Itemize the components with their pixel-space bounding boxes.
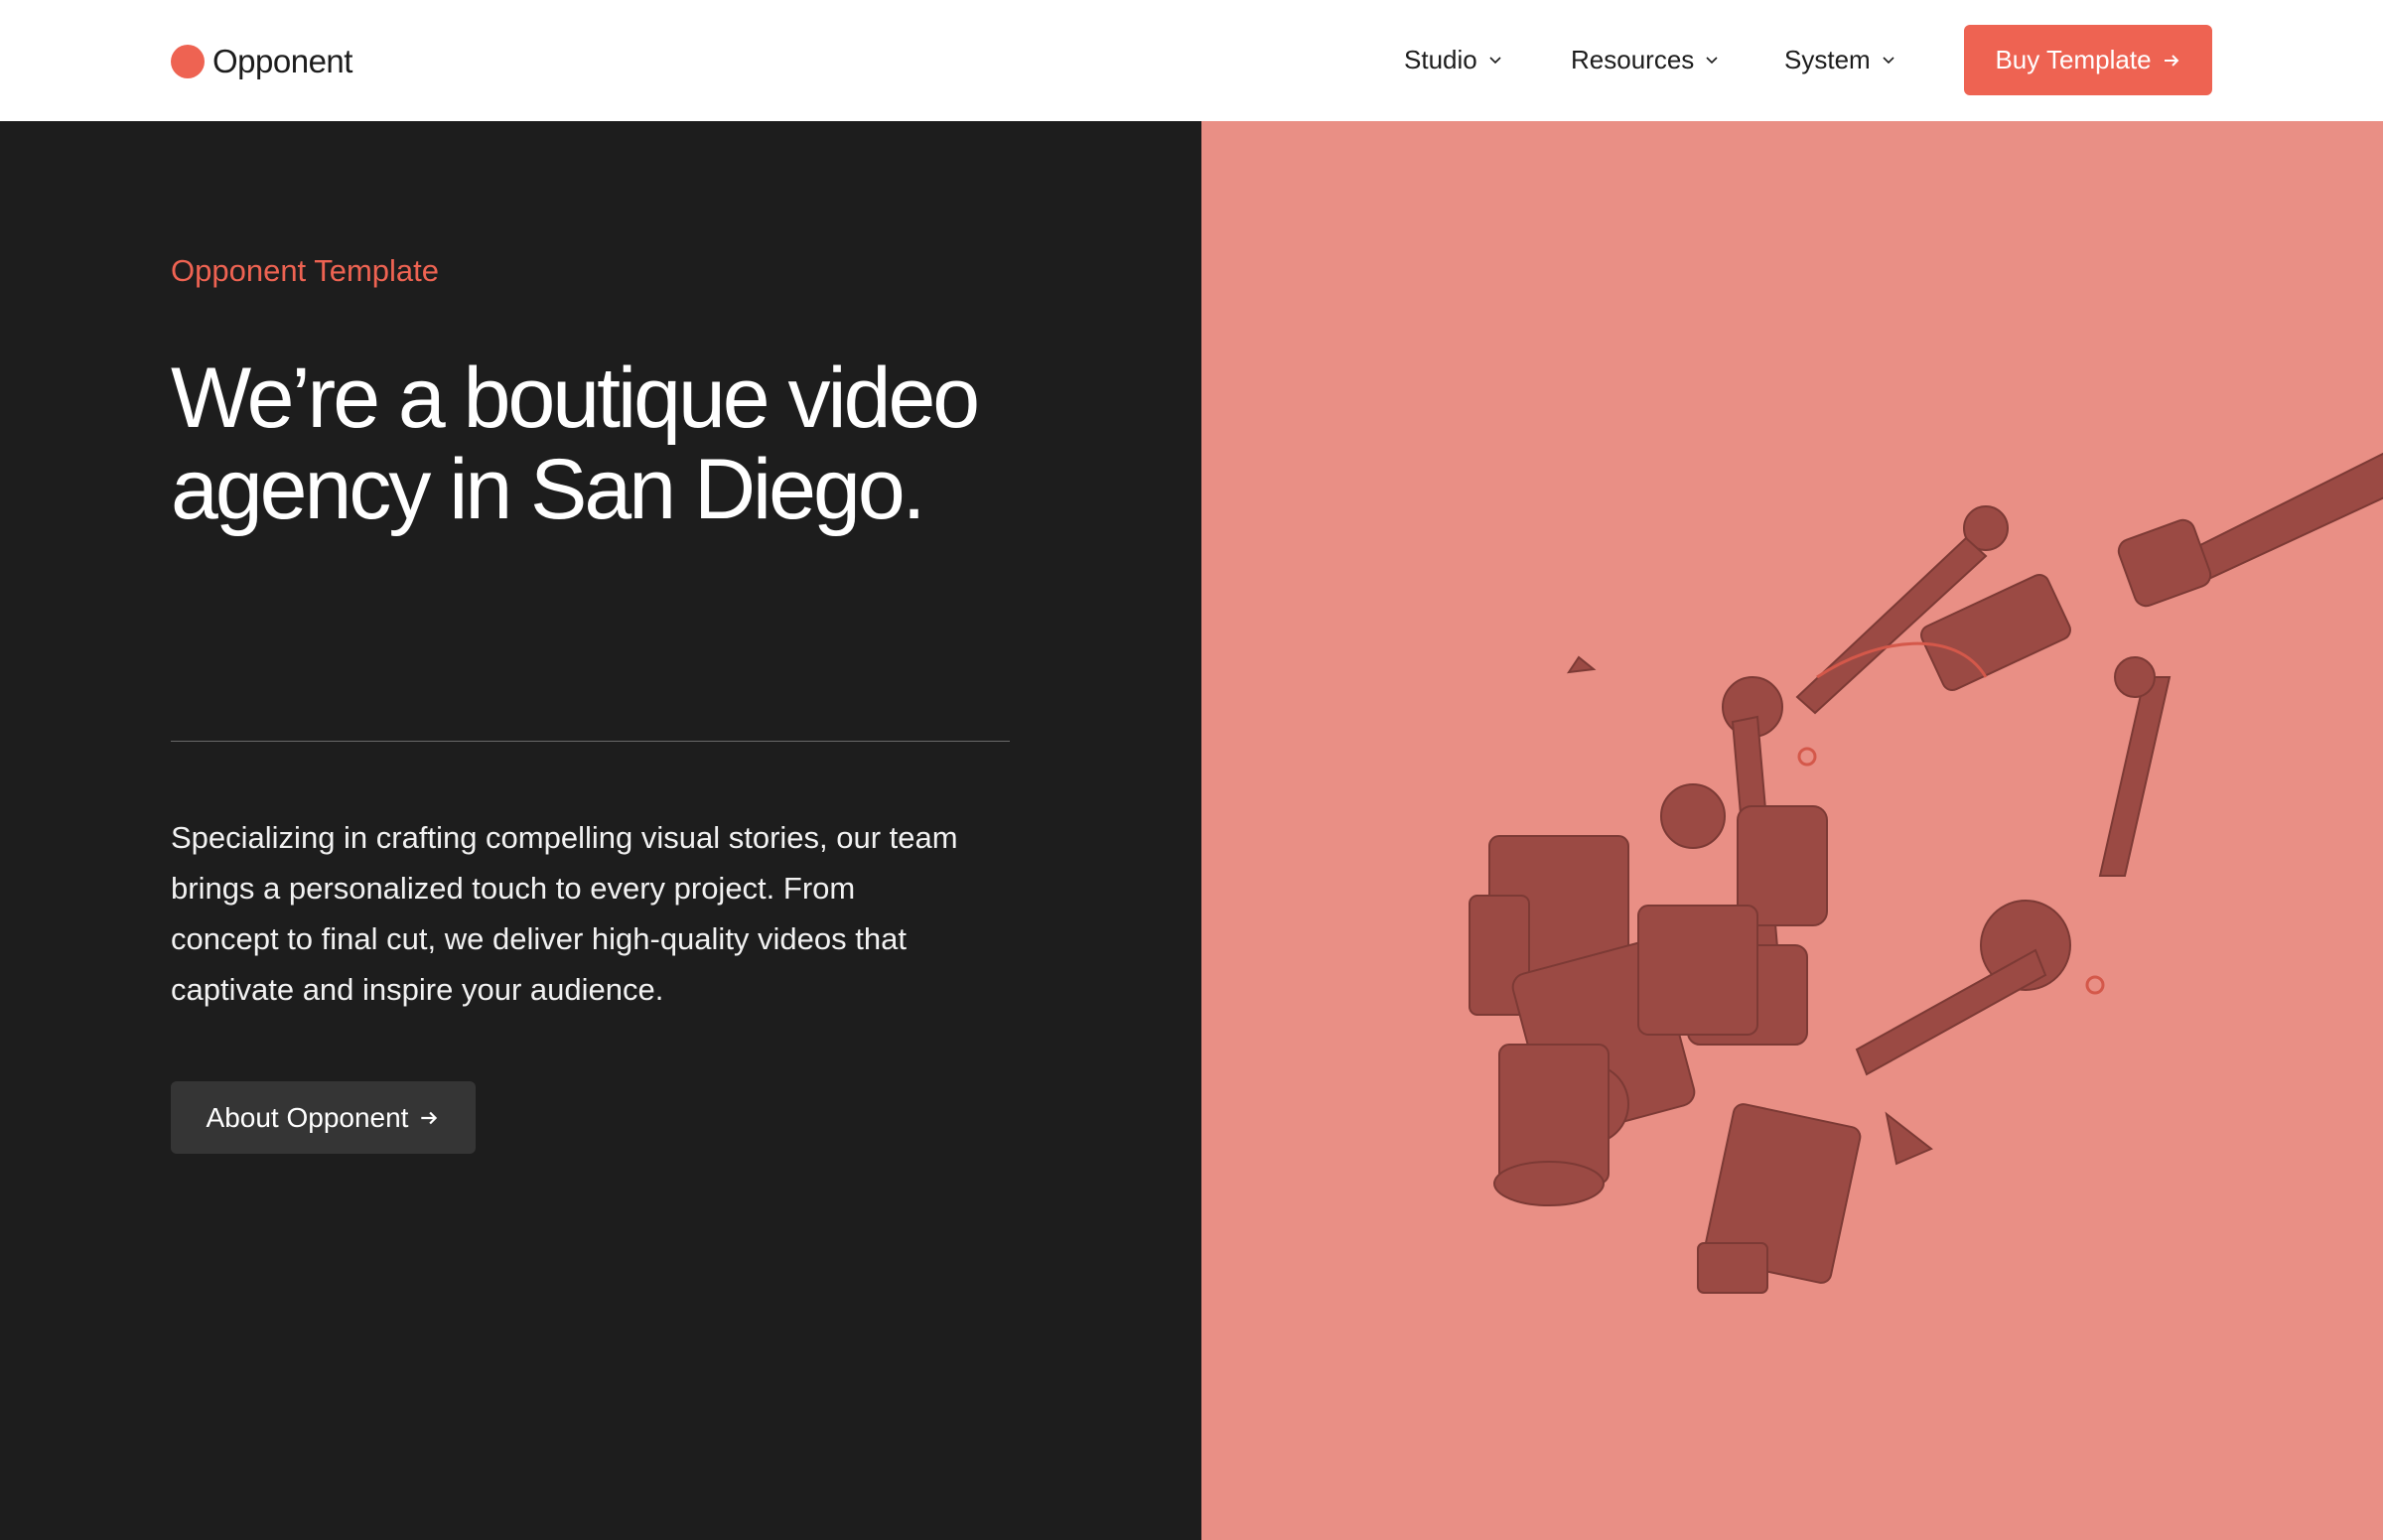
nav-item-resources[interactable]: Resources [1571, 40, 1720, 79]
logo[interactable]: Opponent [171, 43, 352, 79]
arrow-right-icon [421, 1111, 438, 1124]
about-button-label: About Opponent [206, 1101, 409, 1133]
nav-item-studio[interactable]: Studio [1404, 40, 1503, 79]
arrow-right-icon [2164, 54, 2178, 67]
buy-template-label: Buy Template [1995, 45, 2152, 74]
nav-item-label: Resources [1571, 44, 1695, 74]
buy-template-button[interactable]: Buy Template [1964, 25, 2212, 95]
nav-item-system[interactable]: System [1784, 40, 1896, 79]
hero-headline: We’re a boutique video agency in San Die… [171, 352, 1064, 535]
logo-circle-icon [171, 45, 205, 78]
hero-eyebrow: Opponent Template [171, 253, 440, 288]
nav-item-label: Studio [1404, 44, 1477, 74]
chevron-down-icon [1706, 57, 1718, 65]
divider [171, 741, 1010, 742]
description-line: concept to final cut, we deliver high-qu… [171, 921, 907, 956]
nav-item-label: System [1784, 44, 1871, 74]
headline-line: We’re a boutique video [171, 350, 980, 446]
camera-rig-image [1201, 121, 2383, 1540]
about-opponent-button[interactable]: About Opponent [171, 1081, 476, 1154]
chevron-down-icon [1489, 57, 1501, 65]
hero-description: Specializing in crafting compelling visu… [171, 812, 1025, 1015]
headline-line: agency in San Diego. [171, 442, 926, 537]
description-line: captivate and inspire your audience. [171, 972, 664, 1007]
chevron-down-icon [1883, 57, 1894, 65]
logo-text: Opponent [212, 43, 352, 79]
description-line: brings a personalized touch to every pro… [171, 871, 856, 906]
camera-rig-illustration [1469, 452, 2383, 1294]
top-navigation: Opponent Studio Resources System Buy Tem… [0, 0, 2383, 121]
description-line: Specializing in crafting compelling visu… [171, 820, 958, 855]
